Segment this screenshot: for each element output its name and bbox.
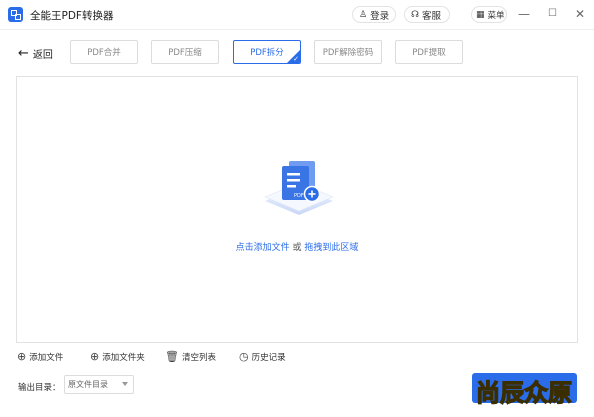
clock-icon: ◷ [239, 350, 249, 363]
grid-menu-icon: ▦ [476, 9, 485, 20]
add-file-button[interactable]: ⊕ 添加文件 [17, 351, 63, 363]
drag-here-link[interactable]: 拖拽到此区域 [304, 243, 358, 253]
tab-pdf-compress[interactable]: PDF压缩 [151, 40, 219, 64]
menu-button[interactable]: ▦ 菜单 [471, 6, 507, 23]
minimize-button[interactable]: — [518, 7, 530, 21]
tab-label: PDF拆分 [250, 48, 284, 58]
menu-label: 菜单 [487, 10, 505, 21]
app-title: 全能王PDF转换器 [30, 10, 114, 22]
tab-pdf-unlock[interactable]: PDF解除密码 [314, 40, 382, 64]
output-dir-value: 原文件目录 [68, 380, 108, 389]
maximize-button[interactable]: ☐ [548, 7, 557, 21]
tab-label: PDF解除密码 [322, 48, 374, 58]
chevron-down-icon [122, 382, 128, 386]
svg-text:PDF: PDF [294, 193, 304, 199]
close-button[interactable]: ✕ [575, 7, 585, 21]
add-folder-button[interactable]: ⊕ 添加文件夹 [90, 351, 145, 363]
service-label: 客服 [422, 10, 442, 22]
drop-hint: 点击添加文件 或 拖拽到此区域 [17, 240, 577, 253]
tab-pdf-merge[interactable]: PDF合并 [70, 40, 138, 64]
headset-icon: ☊ [411, 9, 419, 20]
history-label: 历史记录 [251, 353, 286, 363]
tab-pdf-extract[interactable]: PDF提取 [395, 40, 463, 64]
login-button[interactable]: ♙ 登录 [352, 6, 396, 23]
output-dir-select[interactable]: 原文件目录 [64, 375, 134, 394]
history-button[interactable]: ◷ 历史记录 [239, 351, 286, 363]
clear-list-button[interactable]: 🗑 清空列表 [165, 351, 216, 363]
watermark-logo: 尚辰众原 [475, 378, 572, 407]
plus-circle-icon: ⊕ [90, 350, 100, 363]
arrow-left-icon: ← [18, 45, 29, 61]
add-folder-label: 添加文件夹 [102, 353, 145, 363]
clear-list-label: 清空列表 [181, 353, 216, 363]
add-file-label: 添加文件 [29, 353, 64, 363]
tab-label: PDF合并 [87, 48, 121, 58]
tab-label: PDF提取 [412, 48, 446, 58]
back-button[interactable]: ← 返回 [18, 45, 53, 62]
back-label: 返回 [32, 50, 53, 61]
title-bar: 全能王PDF转换器 ♙ 登录 ☊ 客服 ▦ 菜单 — ☐ ✕ [0, 0, 594, 30]
user-icon: ♙ [359, 9, 368, 20]
plus-circle-icon: ⊕ [17, 350, 27, 363]
checkmark-icon: ✓ [293, 55, 299, 63]
add-pdf-illustration-icon: PDF [264, 161, 334, 215]
or-text: 或 [289, 243, 305, 253]
app-logo-icon [8, 7, 23, 22]
tab-label: PDF压缩 [168, 48, 202, 58]
customer-service-button[interactable]: ☊ 客服 [404, 6, 450, 23]
login-label: 登录 [370, 10, 390, 22]
trash-icon: 🗑 [165, 350, 179, 363]
tab-pdf-split[interactable]: PDF拆分 ✓ [233, 40, 301, 64]
output-dir-label: 输出目录： [18, 383, 61, 393]
add-file-link[interactable]: 点击添加文件 [236, 243, 290, 253]
file-drop-zone[interactable]: PDF 点击添加文件 或 拖拽到此区域 [16, 76, 578, 343]
